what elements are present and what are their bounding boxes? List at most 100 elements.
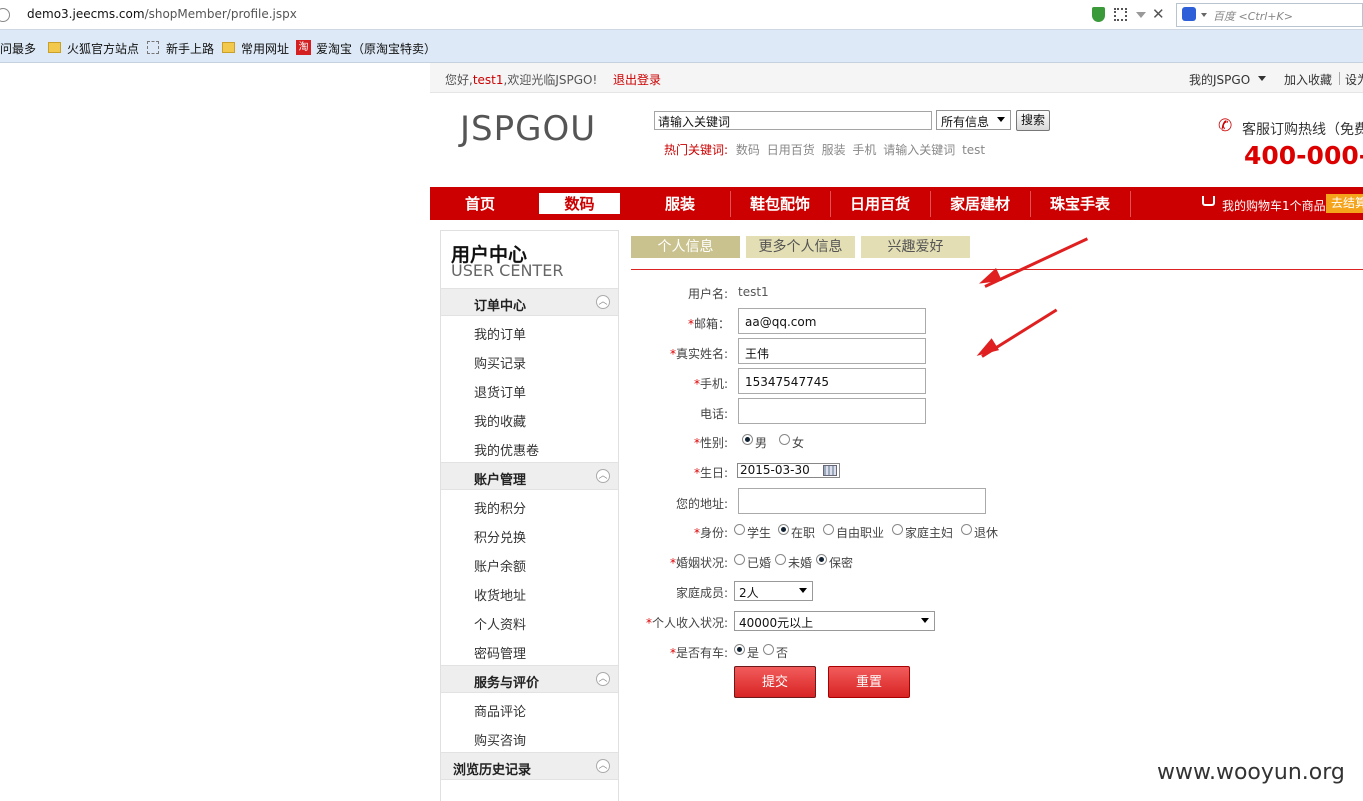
page-info-icon[interactable] [0,8,10,22]
username-value: test1 [738,285,769,299]
sidebar-item-password[interactable]: 密码管理 [474,643,526,662]
hot-keyword[interactable]: 请输入关键词 [883,143,955,157]
nav-bags[interactable]: 鞋包配饰 [730,187,830,220]
url-bar[interactable]: demo3.jeecms.com/shopMember/profile.jspx… [0,0,1363,30]
phone-label: 电话: [699,407,728,421]
taobao-icon: 淘 [296,40,311,55]
collapse-icon[interactable]: ︿ [596,759,610,773]
submit-button[interactable]: 提交 [734,666,816,698]
hot-keyword[interactable]: 数码 [736,143,760,157]
nav-home[interactable]: 首页 [430,187,530,220]
car-radio-no[interactable] [763,644,774,655]
sidebar-item-favorites[interactable]: 我的收藏 [474,411,526,430]
add-favorite-link[interactable]: 加入收藏 [1284,71,1332,88]
gender-radio-male[interactable] [742,434,753,445]
car-radio-yes[interactable] [734,644,745,655]
logout-link[interactable]: 退出登录 [613,71,661,88]
nav-digital[interactable]: 数码 [539,187,620,220]
bookmark-getting-started[interactable]: 新手上路 [166,40,214,57]
marital-radio-private[interactable] [816,554,827,565]
bookmark-most-visited[interactable]: 访问最多 [0,40,36,57]
sidebar-section-label[interactable]: 订单中心 [474,295,526,314]
gender-label-text: 性别: [699,436,728,450]
identity-option-label: 家庭主妇 [905,526,954,540]
sidebar-section-label[interactable]: 浏览历史记录 [453,759,531,778]
income-label: *个人收入状况: [588,614,728,631]
marital-radio-married[interactable] [734,554,745,565]
identity-radio-freelance[interactable] [823,524,834,535]
sidebar-item-purchase-history[interactable]: 购买记录 [474,353,526,372]
identity-option-label: 自由职业 [836,526,885,540]
search-engine-dropdown-icon[interactable] [1201,13,1207,17]
tab-personal-info[interactable]: 个人信息 [631,236,740,258]
sidebar-item-profile[interactable]: 个人资料 [474,614,526,633]
dropdown-icon[interactable] [1136,12,1146,18]
search-button[interactable]: 搜索 [1016,110,1050,131]
birthday-label-text: 生日: [699,466,728,480]
baidu-icon [1182,7,1196,21]
identity-radio-retired[interactable] [961,524,972,535]
cart-icon[interactable] [1202,196,1215,206]
gender-radio-female[interactable] [779,434,790,445]
sidebar-item-reviews[interactable]: 商品评论 [474,701,526,720]
hotline-label: 客服订购热线（免费 [1242,122,1363,138]
calendar-icon[interactable] [823,465,837,476]
sidebar-item-address[interactable]: 收货地址 [474,585,526,604]
reset-button[interactable]: 重置 [828,666,910,698]
address-field[interactable] [738,488,986,514]
email-field[interactable]: aa@qq.com [738,308,926,334]
bookmark-firefox-site[interactable]: 火狐官方站点 [67,40,139,57]
search-box[interactable]: 百度 <Ctrl+K> [1176,3,1363,27]
phone-field[interactable] [738,398,926,424]
nav-home-deco[interactable]: 家居建材 [930,187,1030,220]
set-home-link[interactable]: 设为 [1345,71,1363,88]
search-input[interactable]: 请输入关键词 [654,111,932,130]
site-logo[interactable]: JSPGOU [460,109,596,149]
email-label: *邮箱： [590,315,730,332]
nav-jewelry[interactable]: 珠宝手表 [1030,187,1130,220]
identity-radio-employed[interactable] [778,524,789,535]
mobile-field[interactable]: 15347547745 [738,368,926,394]
nav-daily[interactable]: 日用百货 [830,187,930,220]
search-scope-select[interactable]: 所有信息 [936,110,1011,130]
identity-option-label: 退休 [974,526,999,540]
tab-more-info[interactable]: 更多个人信息 [746,236,855,258]
hotline-number: 400-000-00 [1244,141,1363,170]
chevron-down-icon[interactable] [1258,76,1266,81]
bookmark-common-sites[interactable]: 常用网址 [241,40,289,57]
hot-keyword[interactable]: 服装 [822,143,846,157]
marital-radio-single[interactable] [775,554,786,565]
my-jspgo-menu[interactable]: 我的JSPGO [1189,71,1250,88]
sidebar-item-returns[interactable]: 退货订单 [474,382,526,401]
nav-clothing[interactable]: 服装 [630,187,730,220]
collapse-icon[interactable]: ︿ [596,672,610,686]
qr-code-icon[interactable] [1114,8,1127,21]
bookmark-ai-taobao[interactable]: 爱淘宝（原淘宝特卖） [316,40,436,57]
sidebar-item-my-orders[interactable]: 我的订单 [474,324,526,343]
sidebar-item-coupons[interactable]: 我的优惠卷 [474,440,539,459]
identity-radio-homemaker[interactable] [892,524,903,535]
income-select[interactable]: 40000元以上 [734,611,935,631]
username-link[interactable]: test1 [473,73,504,87]
greeting-suffix: ,欢迎光临JSPGO! [503,73,598,87]
sidebar-item-inquiries[interactable]: 购买咨询 [474,730,526,749]
close-icon[interactable]: ✕ [1152,5,1165,23]
sidebar-item-points-exchange[interactable]: 积分兑换 [474,527,526,546]
tab-hobbies[interactable]: 兴趣爱好 [861,236,970,258]
url-text[interactable]: demo3.jeecms.com/shopMember/profile.jspx [27,7,297,21]
realname-field[interactable]: 王伟 [738,338,926,364]
shield-icon[interactable] [1092,7,1105,22]
sidebar-section-label[interactable]: 账户管理 [474,469,526,488]
hot-keyword[interactable]: test [962,143,985,157]
identity-radio-student[interactable] [734,524,745,535]
family-select[interactable]: 2人 [734,581,813,601]
checkout-button[interactable]: 去结算 [1326,194,1363,213]
identity-option-label: 学生 [747,526,772,540]
sidebar-section-label[interactable]: 服务与评价 [474,672,539,691]
sidebar-item-balance[interactable]: 账户余额 [474,556,526,575]
cart-text[interactable]: 我的购物车1个商品 [1222,197,1326,214]
chevron-down-icon [799,588,807,593]
hot-keyword[interactable]: 手机 [852,143,876,157]
sidebar-item-points[interactable]: 我的积分 [474,498,526,517]
hot-keyword[interactable]: 日用百货 [767,143,815,157]
